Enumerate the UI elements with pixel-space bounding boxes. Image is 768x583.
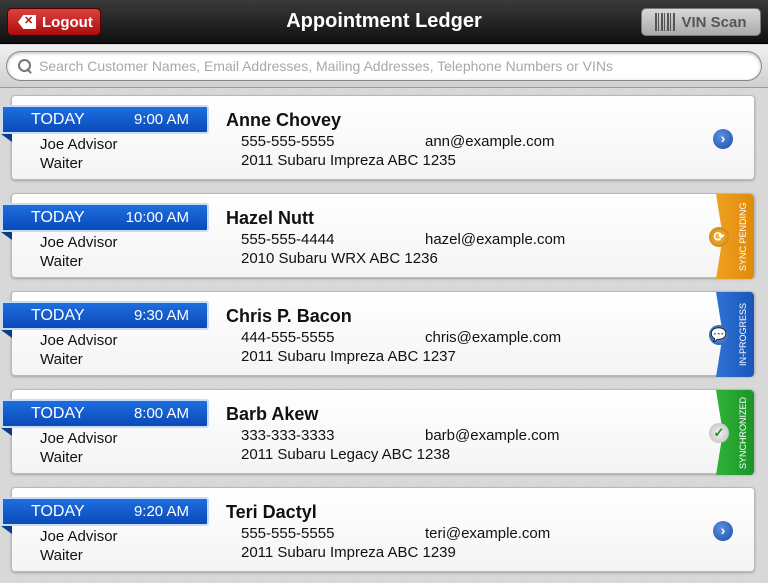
customer-email: ann@example.com bbox=[425, 133, 555, 150]
appointment-card[interactable]: TODAY 9:20 AM Joe Advisor Waiter Teri Da… bbox=[1, 487, 755, 572]
customer-phone: 555-555-4444 bbox=[241, 231, 335, 248]
customer-name: Anne Chovey bbox=[226, 110, 342, 130]
appointment-time: 8:00 AM bbox=[133, 405, 189, 422]
customer-vehicle: 2011 Subaru Legacy ABC 1238 bbox=[241, 446, 451, 463]
vin-scan-label: VIN Scan bbox=[681, 13, 747, 31]
appointment-day: TODAY bbox=[31, 404, 85, 422]
ribbon-fold bbox=[1, 526, 12, 534]
appointment-day: TODAY bbox=[31, 502, 85, 520]
appointment-time-ribbon: TODAY 9:20 AM bbox=[1, 497, 209, 526]
customer-email: barb@example.com bbox=[425, 427, 560, 444]
search-icon bbox=[17, 58, 33, 74]
sync-icon: ⟳ bbox=[709, 227, 729, 247]
service-advisor: Joe Advisor bbox=[40, 234, 118, 251]
customer-vehicle: 2011 Subaru Impreza ABC 1239 bbox=[241, 544, 456, 561]
appointment-card[interactable]: TODAY 9:30 AM Joe Advisor Waiter Chris P… bbox=[1, 291, 755, 377]
chevron-right-icon[interactable]: › bbox=[713, 521, 733, 541]
status-label: IN-PROGRESS bbox=[738, 303, 748, 367]
appointment-time: 10:00 AM bbox=[125, 209, 189, 226]
appointment-type: Waiter bbox=[40, 155, 83, 172]
appointment-day: TODAY bbox=[31, 306, 85, 324]
appointment-day: TODAY bbox=[31, 208, 85, 226]
customer-name: Hazel Nutt bbox=[226, 208, 315, 228]
ribbon-fold bbox=[1, 134, 12, 142]
customer-email: chris@example.com bbox=[425, 329, 562, 346]
customer-name: Chris P. Bacon bbox=[226, 306, 352, 326]
ribbon-fold bbox=[1, 428, 12, 436]
appointment-card[interactable]: TODAY 9:00 AM Joe Advisor Waiter Anne Ch… bbox=[1, 95, 755, 180]
service-advisor: Joe Advisor bbox=[40, 136, 118, 153]
customer-email: teri@example.com bbox=[425, 525, 551, 542]
search-input[interactable] bbox=[39, 58, 739, 74]
search-field[interactable] bbox=[6, 51, 762, 81]
customer-phone: 444-555-5555 bbox=[241, 329, 335, 346]
customer-phone: 555-555-5555 bbox=[241, 133, 335, 150]
appointment-time: 9:20 AM bbox=[133, 503, 189, 520]
customer-vehicle: 2011 Subaru Impreza ABC 1237 bbox=[241, 348, 456, 365]
appointment-time-ribbon: TODAY 8:00 AM bbox=[1, 399, 209, 428]
ribbon-fold bbox=[1, 330, 12, 338]
checkmark-icon: ✓ bbox=[709, 423, 729, 443]
customer-name: Teri Dactyl bbox=[226, 502, 317, 522]
chevron-right-icon[interactable]: › bbox=[713, 129, 733, 149]
customer-email: hazel@example.com bbox=[425, 231, 566, 248]
chat-bubble-icon: 💬 bbox=[709, 325, 729, 345]
appointment-time-ribbon: TODAY 9:30 AM bbox=[1, 301, 209, 330]
top-navigation-bar: Logout Appointment Ledger VIN Scan bbox=[0, 0, 768, 44]
vin-scan-button[interactable]: VIN Scan bbox=[641, 8, 761, 36]
appointment-type: Waiter bbox=[40, 449, 83, 466]
status-label: SYNCHRONIZED bbox=[738, 396, 748, 469]
service-advisor: Joe Advisor bbox=[40, 528, 118, 545]
service-advisor: Joe Advisor bbox=[40, 332, 118, 349]
ribbon-fold bbox=[1, 232, 12, 240]
appointment-time-ribbon: TODAY 10:00 AM bbox=[1, 203, 209, 232]
appointment-type: Waiter bbox=[40, 253, 83, 270]
appointment-time: 9:00 AM bbox=[133, 111, 189, 128]
customer-name: Barb Akew bbox=[226, 404, 319, 424]
customer-vehicle: 2011 Subaru Impreza ABC 1235 bbox=[241, 152, 456, 169]
appointment-card[interactable]: TODAY 10:00 AM Joe Advisor Waiter Hazel … bbox=[1, 193, 755, 279]
status-label: SYNC PENDING bbox=[738, 202, 748, 271]
barcode-icon bbox=[655, 13, 676, 31]
customer-phone: 333-333-3333 bbox=[241, 427, 335, 444]
appointment-time: 9:30 AM bbox=[133, 307, 189, 324]
appointment-type: Waiter bbox=[40, 351, 83, 368]
customer-vehicle: 2010 Subaru WRX ABC 1236 bbox=[241, 250, 438, 267]
search-bar-container bbox=[0, 45, 768, 88]
service-advisor: Joe Advisor bbox=[40, 430, 118, 447]
appointment-type: Waiter bbox=[40, 547, 83, 564]
customer-phone: 555-555-5555 bbox=[241, 525, 335, 542]
appointment-time-ribbon: TODAY 9:00 AM bbox=[1, 105, 209, 134]
appointment-day: TODAY bbox=[31, 110, 85, 128]
appointment-card[interactable]: TODAY 8:00 AM Joe Advisor Waiter Barb Ak… bbox=[1, 389, 755, 475]
